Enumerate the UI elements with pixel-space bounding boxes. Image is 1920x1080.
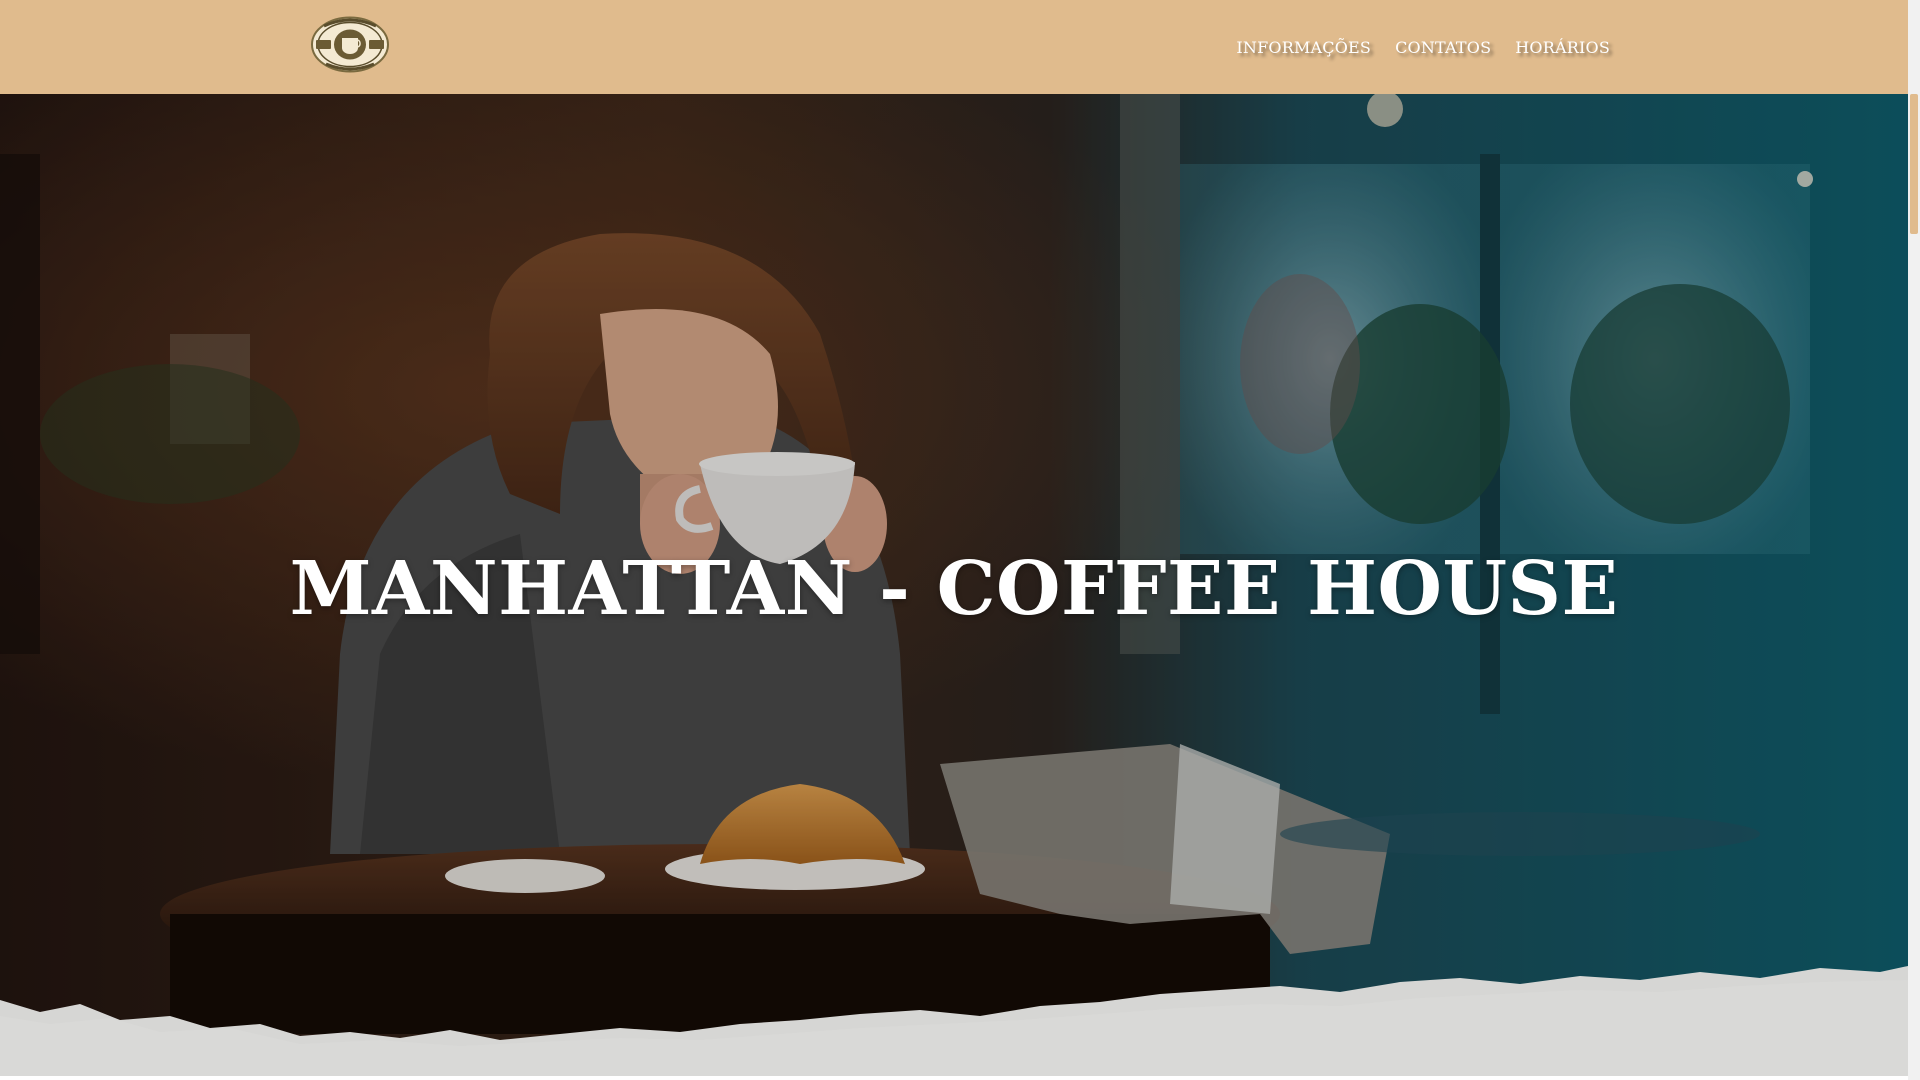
torn-paper-divider xyxy=(0,966,1908,1080)
vertical-scrollbar[interactable] xyxy=(1908,0,1920,1080)
scrollbar-thumb[interactable] xyxy=(1910,94,1918,234)
nav-link-informacoes[interactable]: INFORMAÇÕES xyxy=(1236,38,1371,57)
site-header: INFORMAÇÕES CONTATOS HORÁRIOS xyxy=(0,0,1908,94)
page: INFORMAÇÕES CONTATOS HORÁRIOS MANHATTAN … xyxy=(0,0,1920,1080)
nav-link-horarios[interactable]: HORÁRIOS xyxy=(1515,38,1610,57)
main-nav: INFORMAÇÕES CONTATOS HORÁRIOS xyxy=(1236,38,1610,57)
hero-title: MANHATTAN - COFFEE HOUSE xyxy=(289,546,1619,632)
logo-icon[interactable] xyxy=(310,16,390,73)
page-bottom-edge xyxy=(0,1076,1908,1080)
nav-link-contatos[interactable]: CONTATOS xyxy=(1395,38,1491,57)
hero-section: MANHATTAN - COFFEE HOUSE xyxy=(0,94,1908,1080)
